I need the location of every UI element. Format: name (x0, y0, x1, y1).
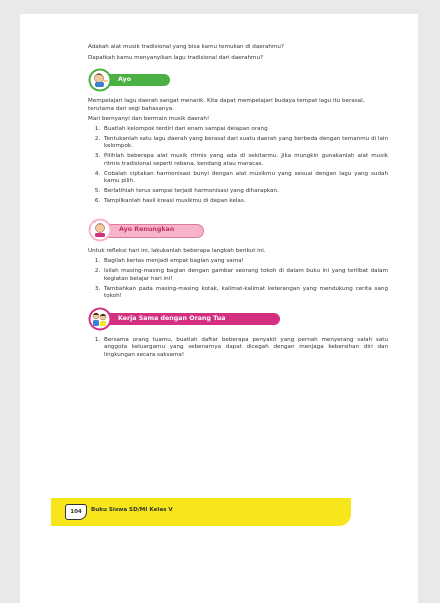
list-item: Bagilah kertas menjadi empat bagian yang… (102, 258, 388, 266)
list-item: Tentukanlah satu lagu daerah yang berasa… (102, 136, 388, 151)
child-activity-icon (88, 68, 112, 92)
intro-question-1: Adakah alat musik tradisional yang bisa … (88, 44, 284, 50)
intro-question-2: Dapatkah kamu menyanyikan lagu tradision… (88, 54, 263, 61)
ayo-lakukan-header: Ayo Lakukan (88, 68, 388, 95)
kerja-sama-title: Kerja Sama dengan Orang Tua (102, 312, 280, 325)
list-item: Cobalah ciptakan harmonisasi bunyi denga… (102, 171, 388, 186)
ayo-renungkan-paragraph: Untuk refleksi hari ini, lakukanlah bebe… (88, 247, 266, 254)
list-item: Pilihlah beberapa alat musik ritmis yang… (102, 153, 388, 168)
page-number: 104 (65, 504, 87, 520)
ayo-lakukan-paragraph-2: Mari bernyanyi dan bermain musik daerah! (88, 115, 210, 122)
ayo-lakukan-title: Ayo Lakukan (102, 74, 170, 95)
ayo-lakukan-paragraph-1: Mempelajari lagu daerah sangat menarik. … (88, 98, 365, 112)
intro-questions: Adakah alat musik tradisional yang bisa … (88, 44, 388, 62)
list-item: Tambahkan pada masing-masing kotak, kali… (102, 286, 388, 301)
reflecting-child-icon (88, 218, 112, 242)
list-item: Buatlah kelompok terdiri dari enam sampa… (102, 126, 388, 134)
ayo-lakukan-steps: Buatlah kelompok terdiri dari enam sampa… (88, 126, 388, 206)
ayo-renungkan-header: Ayo Renungkan (88, 218, 388, 242)
list-item: Berlatihlah terus sampai terjadi harmoni… (102, 188, 388, 196)
list-item: Isilah masing-masing bagian dengan gamba… (102, 268, 388, 283)
ayo-renungkan-title: Ayo Renungkan (102, 223, 204, 238)
book-page: Adakah alat musik tradisional yang bisa … (20, 14, 418, 603)
list-item: Tampilkanlah hasil kreasi musikmu di dep… (102, 198, 388, 206)
ayo-renungkan-steps: Bagilah kertas menjadi empat bagian yang… (88, 258, 388, 301)
family-icon (88, 307, 112, 331)
kerja-sama-header: Kerja Sama dengan Orang Tua (88, 307, 388, 331)
list-item: Bersama orang tuamu, buatlah daftar bebe… (102, 337, 388, 360)
kerja-sama-steps: Bersama orang tuamu, buatlah daftar bebe… (88, 337, 388, 360)
page-footer: 104 Buku Siswa SD/MI Kelas V (51, 498, 351, 526)
book-title: Buku Siswa SD/MI Kelas V (91, 507, 173, 513)
page-content: Adakah alat musik tradisional yang bisa … (88, 44, 388, 362)
